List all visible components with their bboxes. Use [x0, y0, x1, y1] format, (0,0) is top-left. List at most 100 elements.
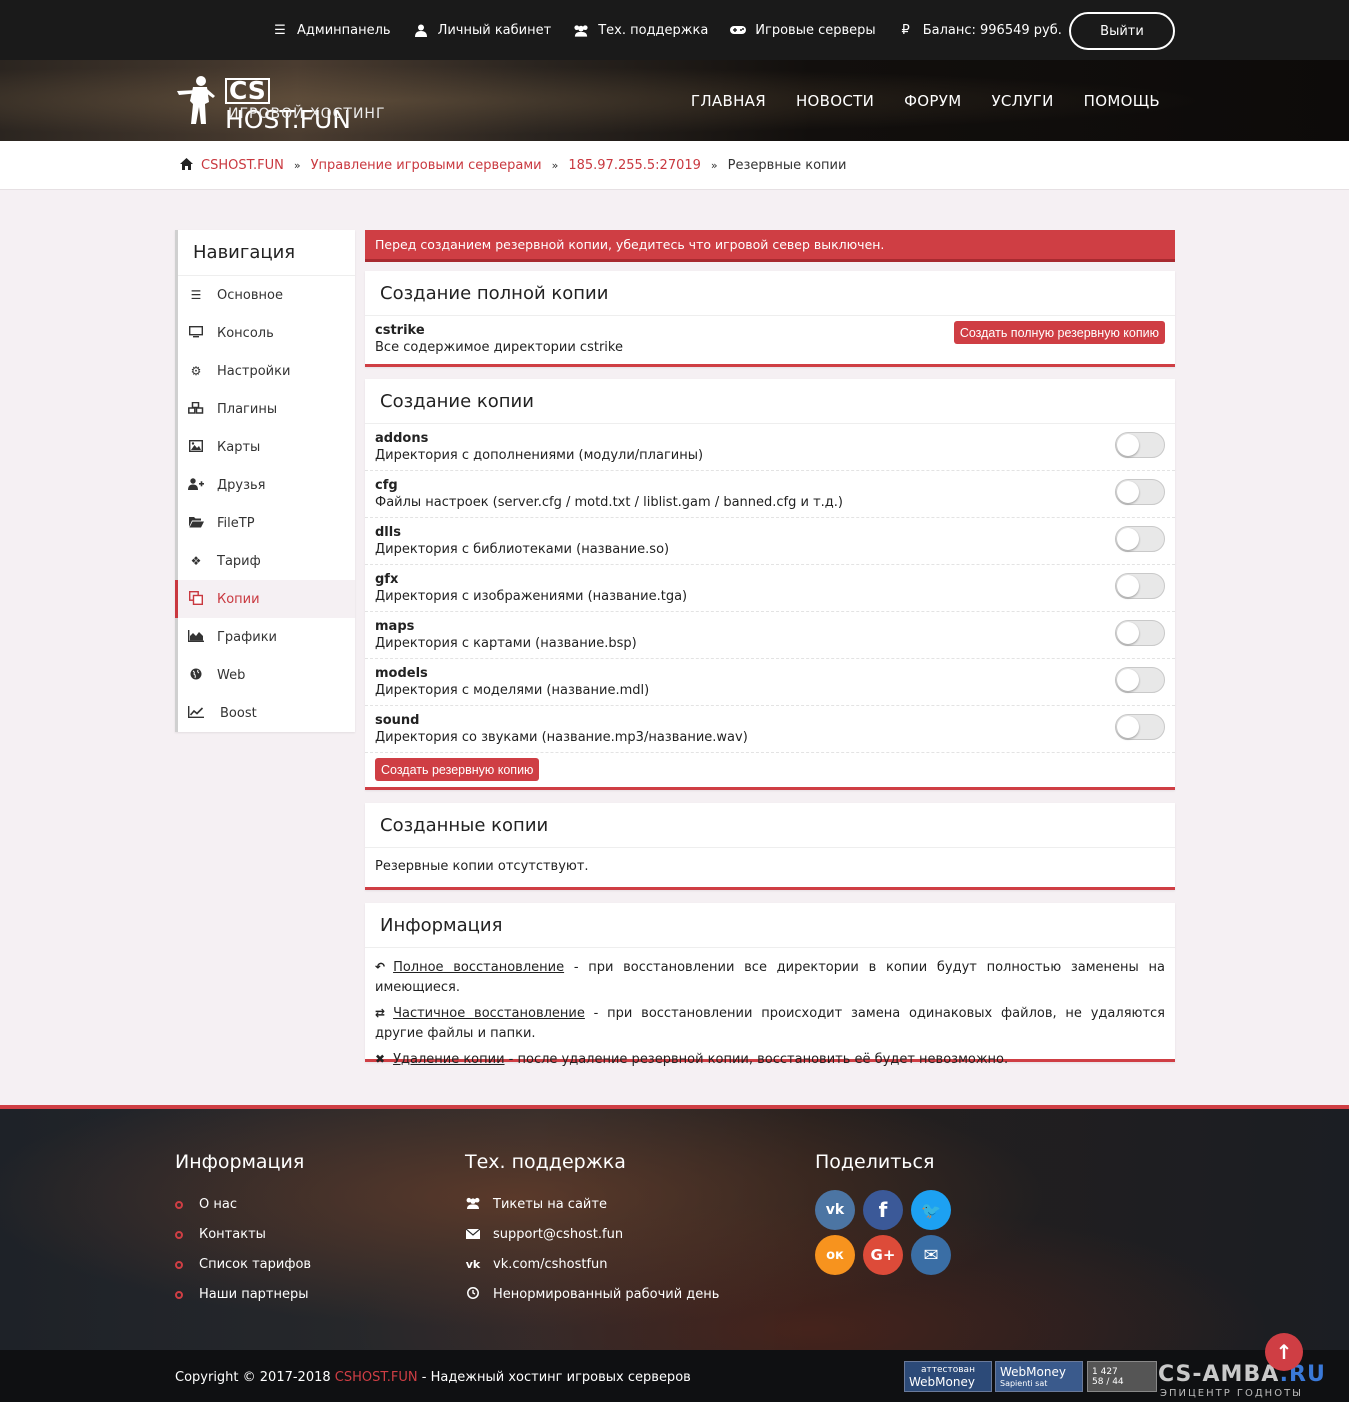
footer-tickets[interactable]: Тикеты на сайте: [465, 1197, 607, 1212]
vk-share-icon[interactable]: vk: [815, 1190, 855, 1230]
create-copy-actions: Создать резервную копию: [365, 753, 1175, 786]
webmoney-badge[interactable]: WebMoney Sapienti sat: [995, 1361, 1083, 1392]
copy-item-toggle[interactable]: [1115, 667, 1165, 693]
breadcrumb-servers[interactable]: Управление игровыми серверами: [311, 158, 542, 173]
top-bar: ☰ Админпанель Личный кабинет Тех. поддер…: [0, 0, 1349, 60]
counter-badge[interactable]: 1 427 58 / 44: [1087, 1361, 1157, 1392]
breadcrumb-server[interactable]: 185.97.255.5:27019: [568, 158, 701, 173]
footer-link-contacts[interactable]: Контакты: [175, 1227, 266, 1242]
area-chart-icon: [188, 629, 204, 645]
folder-open-icon: [188, 516, 204, 531]
info-title: Информация: [365, 903, 1175, 948]
footer-email[interactable]: support@cshost.fun: [465, 1227, 623, 1242]
logo-subtitle: ИГРОВОЙ ХОСТИНГ: [228, 106, 386, 122]
dropbox-icon: ❖: [190, 554, 202, 568]
copy-item-row: addons Директория с дополнениями (модули/…: [365, 424, 1175, 471]
nav-news[interactable]: НОВОСТИ: [796, 92, 874, 110]
copy-item-toggle[interactable]: [1115, 573, 1165, 599]
nav-services[interactable]: УСЛУГИ: [991, 92, 1053, 110]
clock-icon: [465, 1287, 481, 1302]
facebook-share-icon[interactable]: f: [863, 1190, 903, 1230]
sidebar-item-web[interactable]: Web: [178, 656, 355, 694]
circle-icon: [175, 1290, 183, 1299]
copy-item-name: cfg: [375, 478, 398, 493]
circle-icon: [175, 1260, 183, 1269]
full-copy-title: Создание полной копии: [365, 271, 1175, 316]
site-logo[interactable]: CSHOST.FUN ИГРОВОЙ ХОСТИНГ: [175, 74, 395, 134]
logout-button[interactable]: Выйти: [1069, 12, 1175, 50]
sidebar-item-boost[interactable]: Boost: [178, 694, 355, 732]
sidebar-item-friends[interactable]: Друзья: [178, 466, 355, 504]
copy-item-row: gfx Директория с изображениями (название.…: [365, 565, 1175, 612]
sidebar-item-plugins[interactable]: Плагины: [178, 390, 355, 428]
sidebar-item-copies[interactable]: Копии: [175, 580, 355, 618]
nav-help[interactable]: ПОМОЩЬ: [1084, 92, 1160, 110]
email-share-icon[interactable]: ✉: [911, 1235, 951, 1275]
copy-item-name: sound: [375, 713, 420, 728]
watermark-logo: CS-AMBA.RU: [1158, 1362, 1326, 1387]
nav-forum[interactable]: ФОРУМ: [904, 92, 961, 110]
footer-link-about[interactable]: О нас: [175, 1197, 237, 1212]
copy-item-toggle[interactable]: [1115, 714, 1165, 740]
support-link[interactable]: Тех. поддержка: [573, 23, 708, 38]
copy-item-desc: Директория с изображениями (название.tga…: [375, 589, 688, 604]
copy-item-toggle[interactable]: [1115, 620, 1165, 646]
copy-item-toggle[interactable]: [1115, 526, 1165, 552]
info-full-restore: ↶ Полное восстановление - при восстановле…: [375, 960, 1165, 995]
game-servers-link[interactable]: Игровые серверы: [730, 23, 876, 38]
copyright: Copyright © 2017-2018 CSHOST.FUN - Надеж…: [175, 1370, 691, 1385]
reply-icon: ↶: [375, 960, 386, 974]
twitter-share-icon[interactable]: 🐦: [911, 1190, 951, 1230]
info-lines: ↶ Полное восстановление - при восстановле…: [365, 948, 1175, 1070]
scroll-to-top-button[interactable]: ↑: [1265, 1333, 1303, 1371]
copy-item-row: cfg Файлы настроек (server.cfg / motd.txt…: [365, 471, 1175, 518]
odnoklassniki-share-icon[interactable]: ок: [815, 1235, 855, 1275]
sidebar-item-settings[interactable]: ⚙ Настройки: [178, 352, 355, 390]
toggle-knob: [1117, 434, 1139, 456]
breadcrumb-separator-icon: »: [710, 159, 718, 172]
footer-link-tariffs[interactable]: Список тарифов: [175, 1257, 311, 1272]
create-backup-button[interactable]: Создать резервную копию: [375, 758, 540, 781]
webmoney-attested-badge[interactable]: аттестован WebMoney: [904, 1361, 992, 1392]
copy-item-name: maps: [375, 619, 415, 634]
sidebar-item-console[interactable]: Консоль: [178, 314, 355, 352]
sidebar-item-maps[interactable]: Карты: [178, 428, 355, 466]
info-panel: Информация ↶ Полное восстановление - при …: [365, 903, 1175, 1067]
users-icon: [573, 23, 589, 37]
copy-items-list: addons Директория с дополнениями (модули/…: [365, 424, 1175, 753]
copy-item-row: dlls Директория с библиотеками (название.…: [365, 518, 1175, 565]
toggle-knob: [1117, 622, 1139, 644]
copy-icon: [188, 590, 204, 608]
envelope-icon: [465, 1228, 481, 1242]
create-full-backup-button[interactable]: Создать полную резервную копию: [953, 321, 1165, 344]
admin-panel-label: Админпанель: [297, 22, 391, 38]
support-label: Тех. поддержка: [598, 22, 709, 38]
footer-link-partners[interactable]: Наши партнеры: [175, 1287, 309, 1302]
balance-label: Баланс: 996549 руб.: [922, 22, 1062, 38]
cubes-icon: [188, 401, 204, 417]
info-delete-copy: ✖ Удаление копии - после удаление резервн…: [375, 1052, 1009, 1067]
sidebar-item-tariff[interactable]: ❖ Тариф: [178, 542, 355, 580]
copy-item-row: models Директория с моделями (название.md…: [365, 659, 1175, 706]
sidebar-item-main[interactable]: ☰ Основное: [178, 276, 355, 314]
gear-icon: ⚙: [190, 364, 202, 378]
copy-item-toggle[interactable]: [1115, 432, 1165, 458]
sidebar-item-graphs[interactable]: Графики: [178, 618, 355, 656]
admin-panel-link[interactable]: ☰ Админпанель: [272, 22, 391, 38]
breadcrumb-home[interactable]: CSHOST.FUN: [201, 158, 284, 173]
sidebar-item-filetp[interactable]: FileTP: [178, 504, 355, 542]
balance: ₽ Баланс: 996549 руб.: [898, 23, 1062, 38]
copy-item-name: dlls: [375, 525, 401, 540]
breadcrumb-current: Резервные копии: [727, 158, 847, 173]
copy-item-toggle[interactable]: [1115, 479, 1165, 505]
created-copies-panel: Созданные копии Резервные копии отсутств…: [365, 803, 1175, 890]
toggle-knob: [1117, 481, 1139, 503]
copyright-brand-link[interactable]: CSHOST.FUN: [335, 1370, 418, 1385]
footer-vk[interactable]: vk vk.com/cshostfun: [465, 1257, 608, 1272]
full-copy-row: cstrike Все содержимое директории cstrik…: [365, 316, 1175, 357]
toggle-knob: [1117, 528, 1139, 550]
nav-home[interactable]: ГЛАВНАЯ: [691, 92, 766, 110]
google-plus-share-icon[interactable]: G+: [863, 1235, 903, 1275]
bars-icon: ☰: [190, 288, 202, 302]
account-link[interactable]: Личный кабинет: [413, 23, 551, 38]
